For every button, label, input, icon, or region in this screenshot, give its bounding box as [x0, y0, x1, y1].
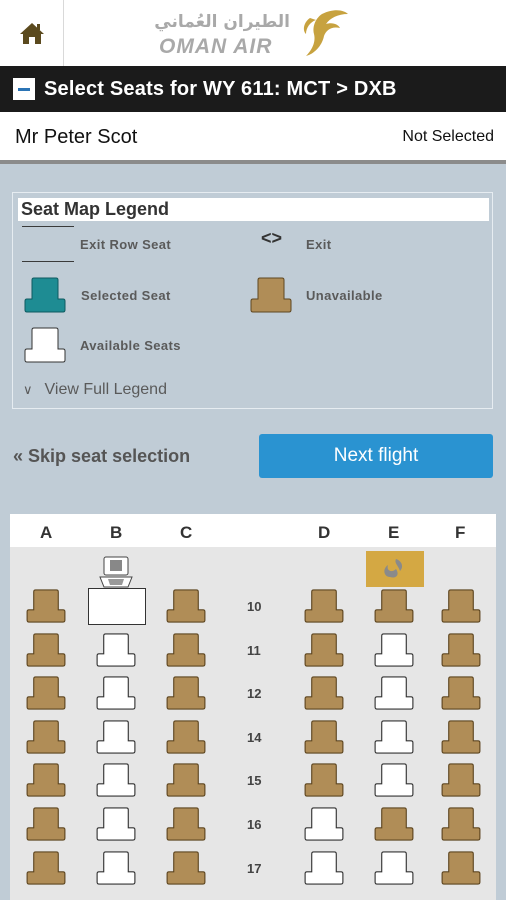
- oman-air-logo: الطيران العُماني OMAN AIR: [154, 6, 350, 60]
- seat-16b[interactable]: [96, 807, 136, 846]
- seat-12c: [166, 676, 206, 715]
- seat-15a: [26, 763, 66, 802]
- legend-unavailable-label: Unavailable: [306, 288, 383, 303]
- seat-15d: [304, 763, 344, 802]
- row-number: 14: [247, 729, 262, 745]
- row-number: 10: [247, 599, 262, 614]
- column-label-c: C: [180, 523, 193, 542]
- next-flight-button[interactable]: Next flight: [259, 434, 493, 478]
- seat-12f: [441, 676, 481, 715]
- legend-available-label: Available Seats: [80, 338, 181, 353]
- double-chevron-left-icon: «: [13, 446, 24, 466]
- skip-label: Skip seat selection: [28, 446, 191, 466]
- seat-12e[interactable]: [374, 676, 414, 715]
- logo-text: OMAN AIR: [159, 35, 273, 58]
- selected-seat-icon: [24, 277, 66, 313]
- seat-10f: [441, 589, 481, 628]
- row-number: 17: [247, 860, 262, 876]
- home-icon: [19, 23, 44, 44]
- exit-icon: <>: [261, 228, 283, 248]
- exit-row-line-icon-bottom: [22, 261, 74, 262]
- legend-title: Seat Map Legend: [18, 198, 489, 221]
- seat-16a: [26, 807, 66, 846]
- seat-10d: [304, 589, 344, 628]
- passenger-name: Mr Peter Scot: [15, 126, 138, 148]
- double-chevron-down-icon: ∨: [23, 382, 33, 397]
- view-full-legend-label: View Full Legend: [44, 381, 167, 398]
- skip-seat-selection-link[interactable]: « Skip seat selection: [13, 446, 190, 467]
- column-label-e: E: [388, 523, 400, 542]
- row-number: 16: [247, 817, 262, 832]
- galley-icon: [366, 551, 424, 587]
- top-bar: الطيران العُماني OMAN AIR: [0, 0, 506, 66]
- seat-17a: [26, 850, 66, 890]
- seat-15e[interactable]: [374, 763, 414, 802]
- column-header: A B C D E F: [10, 515, 496, 547]
- next-flight-label: Next flight: [333, 445, 419, 466]
- seat-12d: [304, 676, 344, 715]
- seat-11e[interactable]: [374, 632, 414, 672]
- row-number: 12: [247, 686, 262, 702]
- seat-17c: [166, 850, 206, 890]
- row-number: 15: [247, 773, 262, 789]
- seat-status: Not Selected: [402, 128, 494, 145]
- seat-map-legend: Seat Map Legend Exit Row Seat <> Exit Se…: [12, 192, 493, 409]
- seat-map: A B C D E F 10 11 12 14 15 16 17: [10, 514, 496, 900]
- logo-arabic-text: الطيران العُماني: [154, 12, 290, 32]
- legend-selected-label: Selected Seat: [81, 288, 171, 303]
- seat-17f: [441, 850, 481, 890]
- exit-row-line-icon: [22, 226, 74, 227]
- flight-header: Select Seats for WY 611: MCT > DXB: [0, 66, 506, 112]
- collapse-button[interactable]: [13, 78, 35, 100]
- seat-16f: [441, 807, 481, 846]
- seat-16c: [166, 807, 206, 846]
- seat-14a: [26, 720, 66, 759]
- seat-11d: [304, 632, 344, 672]
- seat-10e: [374, 589, 414, 628]
- row-number: 11: [247, 642, 261, 658]
- seat-10c: [166, 589, 206, 628]
- unavailable-seat-icon: [250, 277, 292, 313]
- column-label-b: B: [110, 523, 123, 542]
- legend-exit-row-label: Exit Row Seat: [80, 237, 172, 252]
- column-label-a: A: [40, 523, 53, 542]
- minus-icon: [18, 87, 30, 91]
- legend-exit-label: Exit: [306, 237, 332, 252]
- logo-emblem-icon: [303, 10, 348, 56]
- flight-title: Select Seats for WY 611: MCT > DXB: [44, 77, 397, 100]
- seat-10b: [88, 588, 146, 625]
- seat-17b[interactable]: [96, 850, 136, 890]
- seat-14e[interactable]: [374, 720, 414, 759]
- seat-14d: [304, 720, 344, 759]
- seat-11c: [166, 632, 206, 672]
- passenger-row[interactable]: Mr Peter Scot Not Selected: [0, 112, 506, 164]
- seat-17d[interactable]: [304, 850, 344, 890]
- seat-12b[interactable]: [96, 676, 136, 715]
- home-button[interactable]: [0, 0, 64, 66]
- seat-14b[interactable]: [96, 720, 136, 759]
- seat-15c: [166, 763, 206, 802]
- available-seat-icon: [24, 327, 66, 363]
- seat-15f: [441, 763, 481, 802]
- seat-16e: [374, 807, 414, 846]
- seat-12a: [26, 676, 66, 715]
- seat-15b[interactable]: [96, 763, 136, 802]
- column-label-f: F: [455, 523, 466, 542]
- seat-16d[interactable]: [304, 807, 344, 846]
- seat-11f: [441, 632, 481, 672]
- seat-11a: [26, 632, 66, 672]
- column-label-d: D: [318, 523, 331, 542]
- seat-17e[interactable]: [374, 850, 414, 890]
- seat-10a: [26, 589, 66, 628]
- seat-14f: [441, 720, 481, 759]
- seat-14c: [166, 720, 206, 759]
- seat-11b[interactable]: [96, 632, 136, 672]
- view-full-legend-link[interactable]: ∨ View Full Legend: [23, 381, 167, 399]
